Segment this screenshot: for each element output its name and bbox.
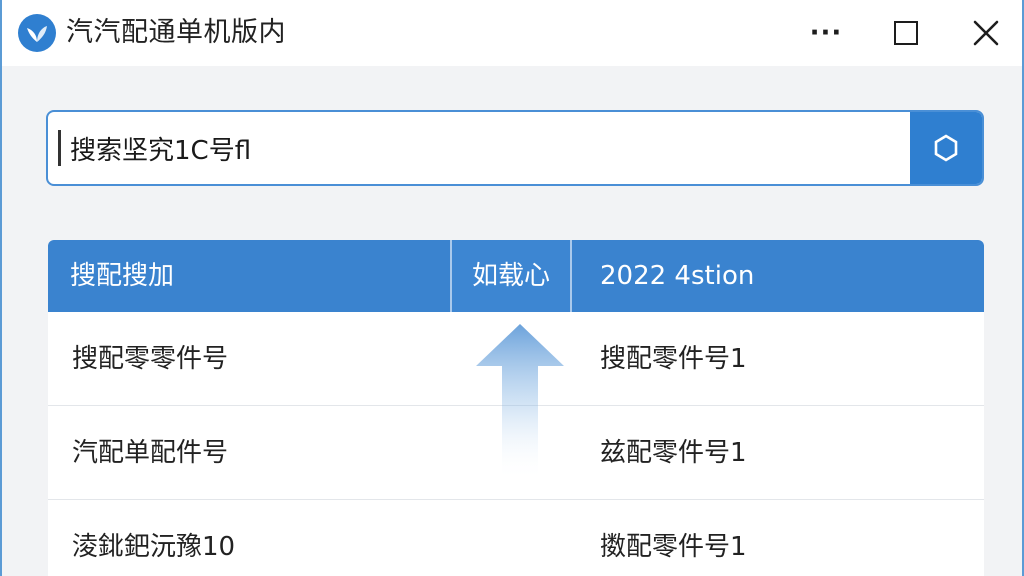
title-bar: 汽汽配通单机版内 ··· <box>2 0 1022 66</box>
column-header-3[interactable]: 2022 4stion <box>600 240 754 312</box>
row-value: 兹配零件号1 <box>600 438 747 468</box>
more-icon: ··· <box>809 18 843 48</box>
table-row[interactable]: 搜配零零件号 搜配零件号1 <box>48 312 984 406</box>
hexagon-search-icon <box>934 134 958 162</box>
row-name: 汽配单配件号 <box>72 438 229 468</box>
column-header-1[interactable]: 搜配搜加 <box>70 240 174 312</box>
close-button[interactable] <box>958 8 1014 58</box>
close-icon <box>973 20 999 46</box>
maximize-icon <box>894 21 918 45</box>
app-window: 汽汽配通单机版内 ··· 搜配搜加 如载心 2022 4stion 搜配 <box>0 0 1024 576</box>
more-options-button[interactable]: ··· <box>798 8 854 58</box>
window-title: 汽汽配通单机版内 <box>66 17 286 48</box>
parts-table: 搜配搜加 如载心 2022 4stion 搜配零零件号 搜配零件号1 汽配单配件… <box>48 240 984 576</box>
app-logo-icon <box>18 14 56 52</box>
table-row[interactable]: 淩鉳鈀沅豫10 擞配零件号1 <box>48 500 984 576</box>
search-bar <box>46 110 984 186</box>
search-input[interactable] <box>48 112 912 184</box>
row-name: 淩鉳鈀沅豫10 <box>72 532 236 562</box>
table-row[interactable]: 汽配单配件号 兹配零件号1 <box>48 406 984 500</box>
table-header: 搜配搜加 如载心 2022 4stion <box>48 240 984 312</box>
row-value: 搜配零件号1 <box>600 344 747 374</box>
row-value: 擞配零件号1 <box>600 532 747 562</box>
search-button[interactable] <box>910 112 982 184</box>
maximize-button[interactable] <box>878 8 934 58</box>
column-header-2[interactable]: 如载心 <box>450 240 572 312</box>
row-name: 搜配零零件号 <box>72 344 229 374</box>
